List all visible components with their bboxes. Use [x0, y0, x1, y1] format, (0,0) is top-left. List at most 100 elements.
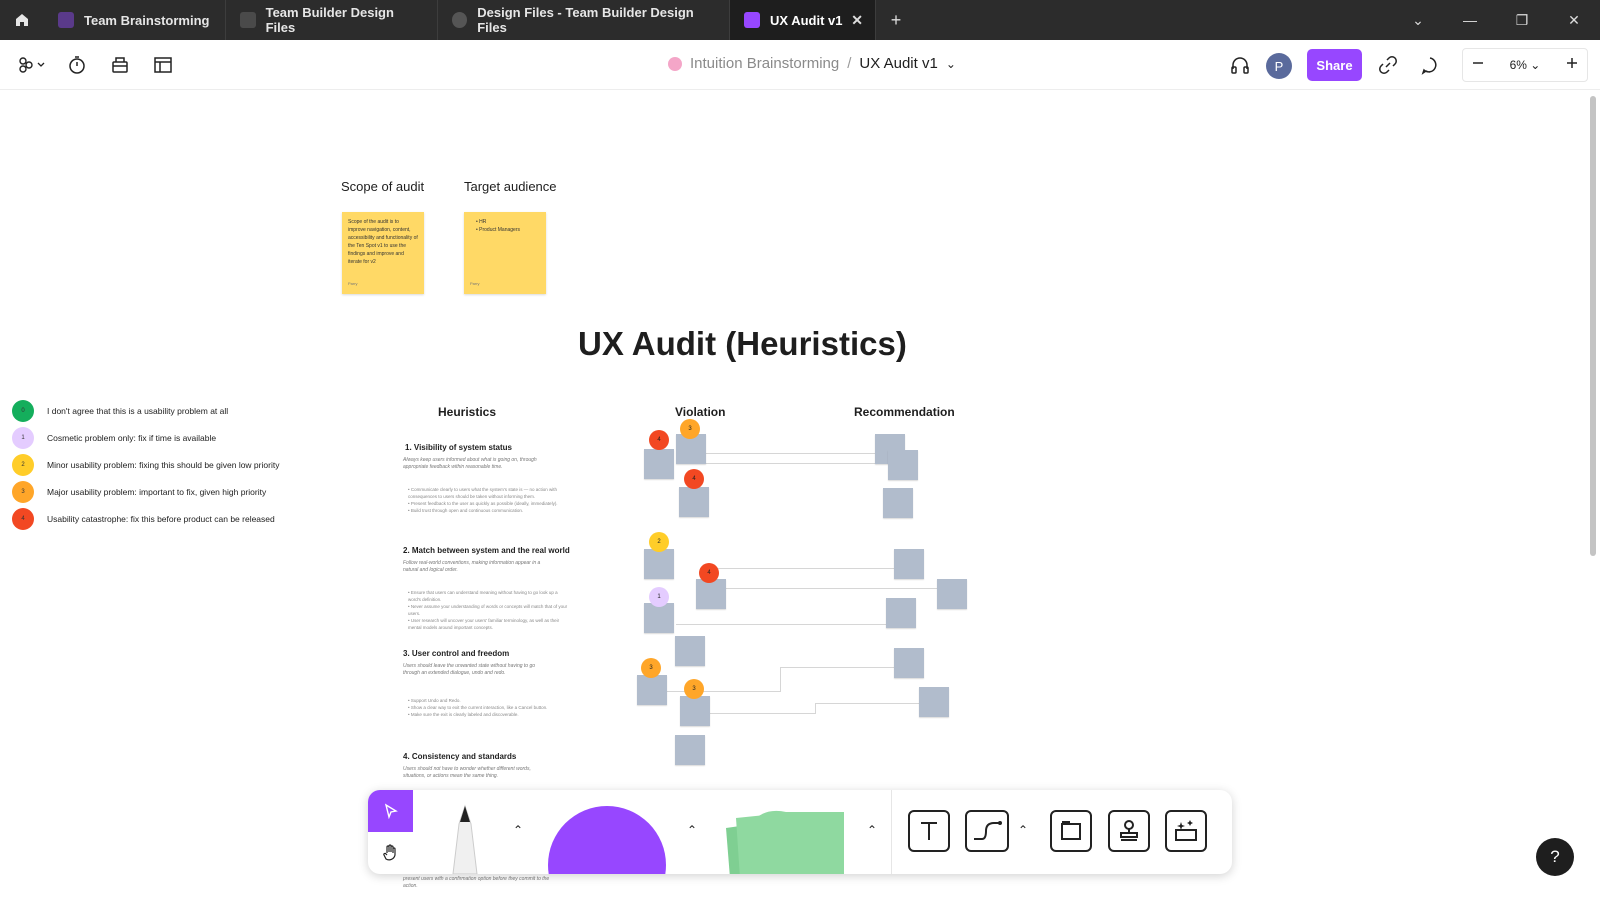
zoom-level[interactable]: 6% ⌄ — [1493, 58, 1557, 72]
violation-sticky[interactable] — [644, 549, 674, 579]
violation-sticky[interactable] — [637, 675, 667, 705]
creation-toolbar: ⌃ ⌃ ⌃ ⌃ — [368, 790, 1232, 874]
ai-tool[interactable] — [1165, 810, 1207, 852]
chevron-up-icon[interactable]: ⌃ — [862, 820, 882, 840]
violation-sticky[interactable] — [675, 735, 705, 765]
bullet: • Communicate clearly to users what the … — [408, 487, 557, 499]
recommendation-sticky[interactable] — [919, 687, 949, 717]
chevron-up-icon[interactable]: ⌃ — [1015, 820, 1031, 840]
bullet: • Make sure the exit is clearly labeled … — [408, 712, 519, 717]
recommendation-column-header: Recommendation — [854, 405, 955, 419]
recommendation-sticky[interactable] — [937, 579, 967, 609]
help-button[interactable]: ? — [1536, 838, 1574, 876]
library-button[interactable] — [108, 53, 132, 77]
tab-team-brainstorming[interactable]: Team Brainstorming — [44, 0, 226, 40]
select-tool[interactable] — [368, 790, 413, 832]
audience-sticky[interactable]: • HR • Product Managers Parry — [464, 212, 546, 294]
audio-button[interactable] — [1228, 53, 1252, 77]
connector-line — [710, 713, 815, 714]
marker-icon — [452, 804, 478, 874]
connector-line — [815, 703, 920, 704]
hand-icon — [382, 844, 396, 861]
tab-bar: Team Brainstorming Team Builder Design F… — [0, 0, 1600, 40]
scope-sticky[interactable]: Scope of the audit is to improve navigat… — [342, 212, 424, 294]
breadcrumb-parent[interactable]: Intuition Brainstorming — [690, 55, 839, 72]
violation-sticky[interactable] — [679, 487, 709, 517]
chevron-up-icon[interactable]: ⌃ — [682, 820, 702, 840]
minus-icon — [1473, 62, 1483, 64]
violation-sticky[interactable] — [675, 636, 705, 666]
heuristic-bullets: • Ensure that users can understand meani… — [408, 589, 568, 631]
copy-link-button[interactable] — [1376, 53, 1400, 77]
new-tab-button[interactable]: + — [876, 10, 916, 31]
tab-team-builder-design-files[interactable]: Team Builder Design Files — [226, 0, 438, 40]
layout-button[interactable] — [151, 53, 175, 77]
severity-4-dot: 4 — [12, 508, 34, 530]
violation-sticky[interactable] — [696, 579, 726, 609]
avatar[interactable]: P — [1266, 53, 1292, 79]
heuristics-column-header: Heuristics — [438, 405, 497, 419]
hand-tool[interactable] — [368, 832, 413, 874]
canvas[interactable]: Scope of audit Target audience Scope of … — [0, 91, 1600, 900]
text-tool[interactable] — [908, 810, 950, 852]
violation-column-header: Violation — [675, 405, 726, 419]
file-icon — [240, 12, 256, 28]
timer-button[interactable] — [65, 53, 89, 77]
headphones-icon — [1231, 57, 1249, 74]
recommendation-sticky[interactable] — [888, 450, 918, 480]
marker-tool[interactable] — [440, 802, 490, 874]
recommendation-sticky[interactable] — [883, 488, 913, 518]
ai-icon — [1175, 820, 1197, 841]
bullet: • Show a clear way to exit the current i… — [408, 705, 548, 710]
legend-row: 2 Minor usability problem: fixing this s… — [12, 454, 279, 476]
sticky-author: Parry — [470, 281, 480, 286]
breadcrumb-separator: / — [847, 55, 852, 72]
connector-line — [665, 691, 781, 692]
chevron-down-icon[interactable]: ⌄ — [946, 57, 956, 71]
severity-badge: 3 — [680, 419, 700, 439]
violation-sticky[interactable] — [644, 449, 674, 479]
stamp-tool[interactable] — [1108, 810, 1150, 852]
connector-tool[interactable] — [965, 810, 1009, 852]
close-window-icon[interactable]: ✕ — [1548, 12, 1600, 29]
share-button[interactable]: Share — [1307, 49, 1362, 81]
legend-text: Usability catastrophe: fix this before p… — [47, 514, 275, 524]
legend-text: Cosmetic problem only: fix if time is av… — [47, 433, 217, 443]
main-menu-button[interactable] — [14, 53, 48, 77]
bullet: • Never assume your understanding of wor… — [408, 604, 568, 616]
home-button[interactable] — [0, 0, 44, 40]
restore-icon[interactable]: ❐ — [1496, 12, 1548, 29]
heuristic-title: 2. Match between system and the real wor… — [403, 546, 570, 555]
vertical-scrollbar[interactable] — [1590, 96, 1596, 556]
legend-row: 4 Usability catastrophe: fix this before… — [12, 508, 275, 530]
minimize-icon[interactable]: — — [1444, 12, 1496, 28]
zoom-in-button[interactable] — [1557, 56, 1587, 74]
timer-icon — [69, 56, 85, 74]
violation-sticky[interactable] — [644, 603, 674, 633]
comments-button[interactable] — [1418, 53, 1442, 77]
heuristic-title: 3. User control and freedom — [403, 649, 510, 658]
sticky-note-tool[interactable] — [716, 806, 844, 874]
connector-line — [700, 588, 940, 589]
breadcrumb: Intuition Brainstorming / UX Audit v1 ⌄ — [668, 55, 956, 72]
recommendation-sticky[interactable] — [894, 648, 924, 678]
close-tab-icon[interactable]: ✕ — [851, 12, 863, 29]
chevron-up-icon[interactable]: ⌃ — [508, 820, 528, 840]
brain-icon — [668, 56, 682, 71]
heuristic-title: 1. Visibility of system status — [405, 443, 513, 452]
severity-badge: 4 — [649, 430, 669, 450]
breadcrumb-current[interactable]: UX Audit v1 — [859, 55, 937, 72]
tab-design-files[interactable]: Design Files - Team Builder Design Files — [438, 0, 730, 40]
recommendation-sticky[interactable] — [886, 598, 916, 628]
plus-icon — [1567, 58, 1577, 68]
zoom-out-button[interactable] — [1463, 56, 1493, 74]
tab-ux-audit-v1[interactable]: UX Audit v1 ✕ — [730, 0, 876, 40]
connector-line — [676, 453, 876, 454]
section-tool[interactable] — [1050, 810, 1092, 852]
violation-sticky[interactable] — [680, 696, 710, 726]
bullet: • Ensure that users can understand meani… — [408, 590, 558, 602]
heuristic-description: Follow real-world conventions, making in… — [403, 560, 541, 573]
chevron-down-icon[interactable]: ⌄ — [1392, 12, 1444, 29]
recommendation-sticky[interactable] — [894, 549, 924, 579]
shape-tool[interactable] — [548, 806, 666, 874]
